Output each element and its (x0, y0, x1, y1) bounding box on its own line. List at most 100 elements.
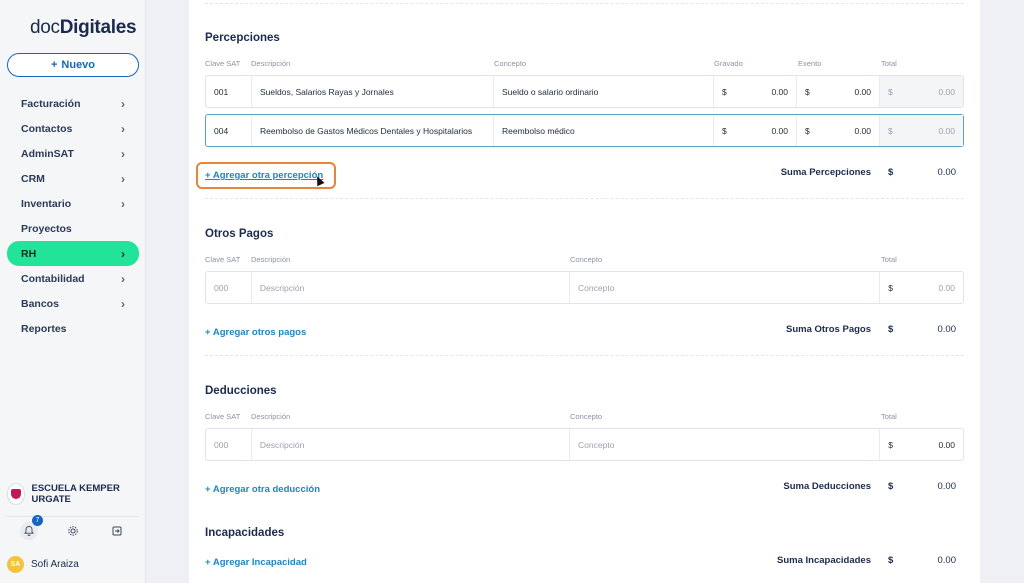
sum-incapacidades-label: Suma Incapacidades (777, 555, 871, 566)
otros-pagos-title: Otros Pagos (205, 228, 274, 240)
col-header-total: Total (881, 59, 897, 68)
gravado-input[interactable]: $0.00 (714, 76, 797, 107)
concepto-input[interactable]: Concepto (570, 272, 881, 303)
user-profile[interactable]: SA Sofi Araiza (7, 553, 139, 575)
total-field: $0.00 (880, 76, 963, 107)
page-gutter (980, 0, 1024, 583)
new-button-label: Nuevo (61, 59, 96, 71)
chevron-right-icon: › (121, 146, 125, 161)
sum-percepciones-label: Suma Percepciones (780, 167, 871, 178)
sidebar-item-bancos[interactable]: Bancos › (7, 291, 139, 316)
settings-button[interactable] (63, 521, 83, 541)
col-header-descripcion: Descripción (251, 412, 291, 421)
clave-input[interactable]: 000 (206, 272, 252, 303)
clave-input[interactable]: 004 (206, 115, 252, 146)
col-header-descripcion: Descripción (251, 59, 291, 68)
company-selector[interactable]: ESCUELA KEMPER URGATE (7, 478, 139, 510)
sum-deducciones-label: Suma Deducciones (783, 481, 871, 492)
payroll-form: Percepciones Clave SAT Descripción Conce… (189, 0, 980, 583)
chevron-right-icon: › (121, 196, 125, 211)
sum-percepciones-value: 0.00 (937, 167, 957, 178)
currency-symbol: $ (805, 86, 810, 97)
currency-symbol: $ (722, 125, 727, 136)
app-logo[interactable]: docDigitales (30, 17, 137, 39)
total-input[interactable]: $0.00 (880, 272, 963, 303)
company-logo (7, 483, 26, 505)
table-row[interactable]: 004 Reembolso de Gastos Médicos Dentales… (205, 114, 964, 147)
currency-symbol: $ (888, 167, 894, 178)
sidebar-item-label: Contabilidad (21, 272, 85, 285)
descripcion-input[interactable]: Sueldos, Salarios Rayas y Jornales (252, 76, 494, 107)
descripcion-input[interactable]: Descripción (252, 429, 571, 460)
concepto-input[interactable]: Concepto (570, 429, 881, 460)
divider (205, 355, 964, 356)
sidebar-item-rh[interactable]: RH › (7, 241, 139, 266)
currency-symbol: $ (888, 555, 894, 566)
chevron-right-icon: › (121, 96, 125, 111)
avatar: SA (7, 555, 24, 573)
total-field: $0.00 (880, 115, 963, 146)
sidebar-item-inventario[interactable]: Inventario › (7, 191, 139, 216)
deducciones-title: Deducciones (205, 385, 277, 397)
descripcion-input[interactable]: Reembolso de Gastos Médicos Dentales y H… (252, 115, 494, 146)
col-header-gravado: Gravado (714, 59, 743, 68)
amount: 0.00 (938, 439, 955, 450)
concepto-input[interactable]: Reembolso médico (494, 115, 714, 146)
amount: 0.00 (771, 86, 788, 97)
sidebar-item-label: Proyectos (21, 222, 72, 235)
sidebar-item-crm[interactable]: CRM › (7, 166, 139, 191)
sidebar-item-label: RH (21, 247, 37, 260)
add-otros-pagos-link[interactable]: + Agregar otros pagos (205, 327, 306, 338)
exento-input[interactable]: $0.00 (797, 115, 880, 146)
notification-badge: 7 (32, 514, 43, 526)
amount: 0.00 (938, 125, 955, 136)
concepto-input[interactable]: Sueldo o salario ordinario (494, 76, 714, 107)
sum-otros-pagos-label: Suma Otros Pagos (786, 324, 871, 335)
table-row[interactable]: 000 Descripción Concepto $0.00 (205, 271, 964, 304)
divider (205, 198, 964, 199)
sidebar-item-label: Reportes (21, 322, 67, 335)
chevron-right-icon: › (121, 296, 125, 311)
col-header-clave: Clave SAT (205, 412, 241, 421)
divider (205, 3, 964, 4)
sidebar-item-contactos[interactable]: Contactos › (7, 116, 139, 141)
sidebar-actions: 7 (7, 514, 139, 544)
currency-symbol: $ (888, 86, 893, 97)
percepciones-title: Percepciones (205, 32, 280, 44)
currency-symbol: $ (888, 324, 894, 335)
col-header-descripcion: Descripción (251, 255, 291, 264)
amount: 0.00 (938, 282, 955, 293)
add-incapacidad-link[interactable]: + Agregar Incapacidad (205, 557, 307, 568)
table-row[interactable]: 000 Descripción Concepto $0.00 (205, 428, 964, 461)
sum-incapacidades-value: 0.00 (937, 555, 957, 566)
sidebar-item-reportes[interactable]: Reportes (7, 316, 139, 341)
logout-icon (112, 526, 122, 535)
col-header-clave: Clave SAT (205, 255, 241, 264)
clave-input[interactable]: 000 (206, 429, 252, 460)
new-button[interactable]: + Nuevo (7, 53, 139, 77)
add-deduccion-link[interactable]: + Agregar otra deducción (205, 484, 320, 495)
col-header-exento: Exento (798, 59, 822, 68)
sidebar-item-facturacion[interactable]: Facturación › (7, 91, 139, 116)
notifications-button[interactable]: 7 (19, 514, 43, 541)
currency-symbol: $ (888, 481, 894, 492)
amount: 0.00 (771, 125, 788, 136)
col-header-concepto: Concepto (570, 255, 603, 264)
gravado-input[interactable]: $0.00 (714, 115, 797, 146)
descripcion-input[interactable]: Descripción (252, 272, 571, 303)
sidebar-item-label: AdminSAT (21, 147, 74, 160)
logout-button[interactable] (107, 521, 127, 541)
sum-otros-pagos-value: 0.00 (937, 324, 957, 335)
add-percepcion-link[interactable]: + Agregar otra percepción (205, 170, 323, 181)
sidebar-item-adminsat[interactable]: AdminSAT › (7, 141, 139, 166)
table-row[interactable]: 001 Sueldos, Salarios Rayas y Jornales S… (205, 75, 964, 108)
chevron-right-icon: › (121, 171, 125, 186)
exento-input[interactable]: $0.00 (797, 76, 880, 107)
total-input[interactable]: $0.00 (880, 429, 963, 460)
sidebar-item-proyectos[interactable]: Proyectos (7, 216, 139, 241)
gear-icon (68, 525, 78, 536)
currency-symbol: $ (888, 125, 893, 136)
sidebar-item-contabilidad[interactable]: Contabilidad › (7, 266, 139, 291)
clave-input[interactable]: 001 (206, 76, 252, 107)
sidebar-item-label: Facturación (21, 97, 81, 110)
